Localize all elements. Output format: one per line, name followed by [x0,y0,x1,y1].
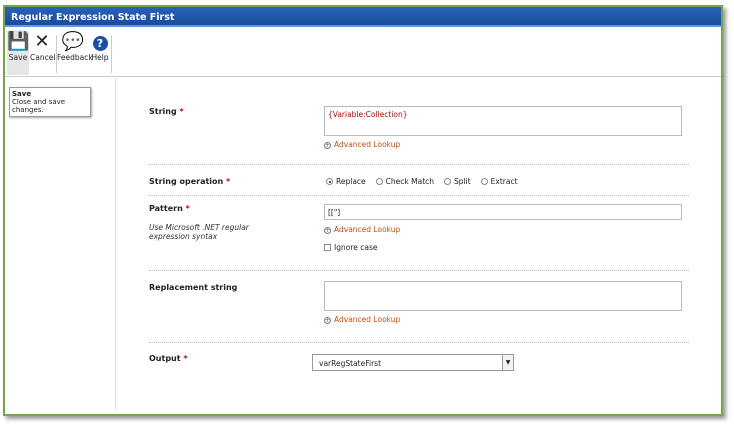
radio-extract[interactable]: Extract [480,177,518,186]
pattern-label: Pattern * [149,204,190,213]
string-input[interactable]: {Variable:Collection} [324,106,682,136]
help-icon: ? [91,31,109,53]
output-select[interactable]: varRegStateFirst ▼ [312,354,514,371]
cancel-label: Cancel [30,53,56,62]
pattern-hint: Use Microsoft .NET regular expression sy… [149,223,249,241]
save-tooltip: Save Close and save changes. [9,87,91,117]
output-label: Output * [149,354,188,363]
radio-replace[interactable]: Replace [326,177,366,186]
close-icon: ✕ [34,31,50,52]
cancel-button[interactable]: ✕ Cancel [30,31,56,62]
operation-radio-group: Replace Check Match Split Extract [326,177,518,186]
toolbar: 💾 Save ✕ Cancel 💬 Feedback ? Help [5,27,721,77]
tooltip-text: Close and save changes. [12,98,66,114]
chat-bubble-icon: 💬 [61,31,85,52]
tooltip-title: Save [12,90,32,98]
radio-check-match[interactable]: Check Match [375,177,434,186]
save-label: Save [8,53,28,62]
feedback-label: Feedback [57,53,93,62]
string-advanced-lookup-link[interactable]: + Advanced Lookup [324,140,400,149]
pattern-advanced-lookup-link[interactable]: + Advanced Lookup [324,225,400,234]
help-button[interactable]: ? Help [91,31,109,62]
plus-circle-icon: + [324,142,331,149]
save-button[interactable]: 💾 Save [7,31,29,75]
floppy-disk-icon: 💾 [7,31,30,52]
operation-label: String operation * [149,177,231,186]
plus-circle-icon: + [324,227,331,234]
radio-split[interactable]: Split [444,177,471,186]
pattern-input[interactable]: [["] [324,204,682,220]
chevron-down-icon[interactable]: ▼ [502,355,513,370]
dialog-window: Regular Expression State First 💾 Save ✕ Ca… [3,5,723,416]
replacement-label: Replacement string [149,283,238,292]
ignore-case-checkbox[interactable]: Ignore case [324,243,377,252]
help-label: Help [91,53,109,62]
feedback-button[interactable]: 💬 Feedback [57,31,93,62]
replacement-advanced-lookup-link[interactable]: + Advanced Lookup [324,315,400,324]
replacement-input[interactable] [324,281,682,311]
plus-circle-icon: + [324,317,331,324]
string-label: String * [149,107,184,116]
window-title: Regular Expression State First [5,7,721,27]
